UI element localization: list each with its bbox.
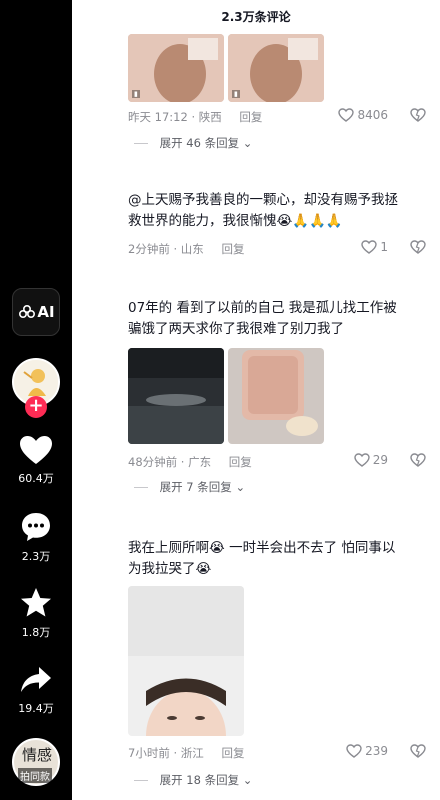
ai-icon <box>19 304 36 319</box>
photo-placeholder <box>128 348 224 444</box>
comment-icon <box>22 513 50 541</box>
comment-meta: 2分钟前 · 山东 回复 <box>128 241 244 257</box>
photo-placeholder <box>128 34 224 102</box>
dislike-icon <box>410 453 426 467</box>
chevron-down-icon: ⌄ <box>235 480 246 494</box>
comment-like[interactable]: 29 <box>354 453 388 467</box>
like-heart-icon <box>338 108 355 122</box>
comment-text: 07年的 看到了以前的自己 我是孤儿找工作被骗饿了两天求你了我很难了别刀我了 <box>128 300 397 337</box>
comment-meta: 昨天 17:12 · 陕西 回复 <box>128 109 262 125</box>
comment-count-title: 2.3万条评论 <box>221 10 291 24</box>
dislike-button[interactable] <box>410 453 426 471</box>
dislike-icon <box>410 108 426 122</box>
comment-image[interactable]: ▮ <box>228 34 324 102</box>
comment-action[interactable]: 2.3万 <box>0 510 72 564</box>
comment-image[interactable] <box>128 348 224 444</box>
expand-replies[interactable]: 展开 46 条回复 ⌄ <box>134 135 253 151</box>
share-icon <box>21 667 51 692</box>
comment-count: 2.3万 <box>21 550 51 563</box>
like-count: 239 <box>365 744 388 758</box>
image-badge: ▮ <box>232 90 240 98</box>
image-badge: ▮ <box>132 90 140 98</box>
dislike-button[interactable] <box>410 108 426 126</box>
comment-text: @上天赐予我善良的一颗心，却没有赐予我拯救世界的能力，我很惭愧😭🙏🙏🙏 <box>128 192 398 229</box>
comment-like[interactable]: 8406 <box>338 108 388 122</box>
reply-button[interactable]: 回复 <box>221 242 244 256</box>
like-count: 29 <box>372 453 388 467</box>
reply-button[interactable]: 回复 <box>229 455 252 469</box>
comment-time-location: 7小时前 · 浙江 <box>128 746 204 760</box>
like-heart-icon <box>361 240 378 254</box>
same-style-label[interactable]: 拍同款 <box>18 768 52 783</box>
dislike-icon <box>410 240 426 254</box>
action-rail: AI + 60.4万 2.3万 1.8万 19.4万 情感 拍同款 <box>0 0 72 800</box>
like-count: 8406 <box>357 108 388 122</box>
ai-button[interactable]: AI <box>12 288 60 336</box>
comment-text: 我在上厕所啊😭 一时半会出不去了 怕同事以为我拉哭了😭 <box>128 540 396 577</box>
comment-time-location: 昨天 17:12 · 陕西 <box>128 110 222 124</box>
reply-button[interactable]: 回复 <box>221 746 244 760</box>
comment-time-location: 2分钟前 · 山东 <box>128 242 204 256</box>
comment-like[interactable]: 239 <box>346 744 388 758</box>
chevron-down-icon: ⌄ <box>242 773 253 787</box>
reply-button[interactable]: 回复 <box>239 110 262 124</box>
like-count: 60.4万 <box>18 472 54 485</box>
dislike-button[interactable] <box>410 744 426 762</box>
comment-meta: 48分钟前 · 广东 回复 <box>128 454 252 470</box>
comment-like[interactable]: 1 <box>361 240 388 254</box>
chevron-down-icon: ⌄ <box>242 136 253 150</box>
comment-image[interactable]: ▮ <box>128 34 224 102</box>
photo-placeholder <box>228 348 324 444</box>
expand-replies[interactable]: 展开 18 条回复 ⌄ <box>134 772 253 788</box>
comment-time-location: 48分钟前 · 广东 <box>128 455 212 469</box>
expand-replies-label: 展开 46 条回复 <box>159 136 240 150</box>
photo-placeholder <box>128 586 244 736</box>
like-heart-icon <box>354 453 370 467</box>
follow-button[interactable]: + <box>25 396 47 418</box>
star-icon <box>21 588 51 617</box>
comment-meta: 7小时前 · 浙江 回复 <box>128 745 244 761</box>
share-count: 19.4万 <box>18 702 54 715</box>
favorite-action[interactable]: 1.8万 <box>0 586 72 640</box>
expand-replies-label: 展开 18 条回复 <box>159 773 240 787</box>
photo-placeholder <box>228 34 324 102</box>
dislike-icon <box>410 744 426 758</box>
music-avatar-glyph: 情感 <box>22 746 53 764</box>
comment-panel: 2.3万条评论 ▮ ▮ 昨天 17:12 · 陕西 回复 8406 展开 46 … <box>72 0 440 800</box>
share-action[interactable]: 19.4万 <box>0 664 72 716</box>
favorite-count: 1.8万 <box>21 626 51 639</box>
expand-replies[interactable]: 展开 7 条回复 ⌄ <box>134 479 245 495</box>
like-action[interactable]: 60.4万 <box>0 434 72 486</box>
like-count: 1 <box>380 240 388 254</box>
like-heart-icon <box>346 744 362 758</box>
heart-icon <box>20 436 52 464</box>
ai-label: AI <box>37 303 55 321</box>
dislike-button[interactable] <box>410 240 426 258</box>
expand-replies-label: 展开 7 条回复 <box>159 480 232 494</box>
comment-image[interactable] <box>128 586 244 736</box>
comment-image[interactable] <box>228 348 324 444</box>
